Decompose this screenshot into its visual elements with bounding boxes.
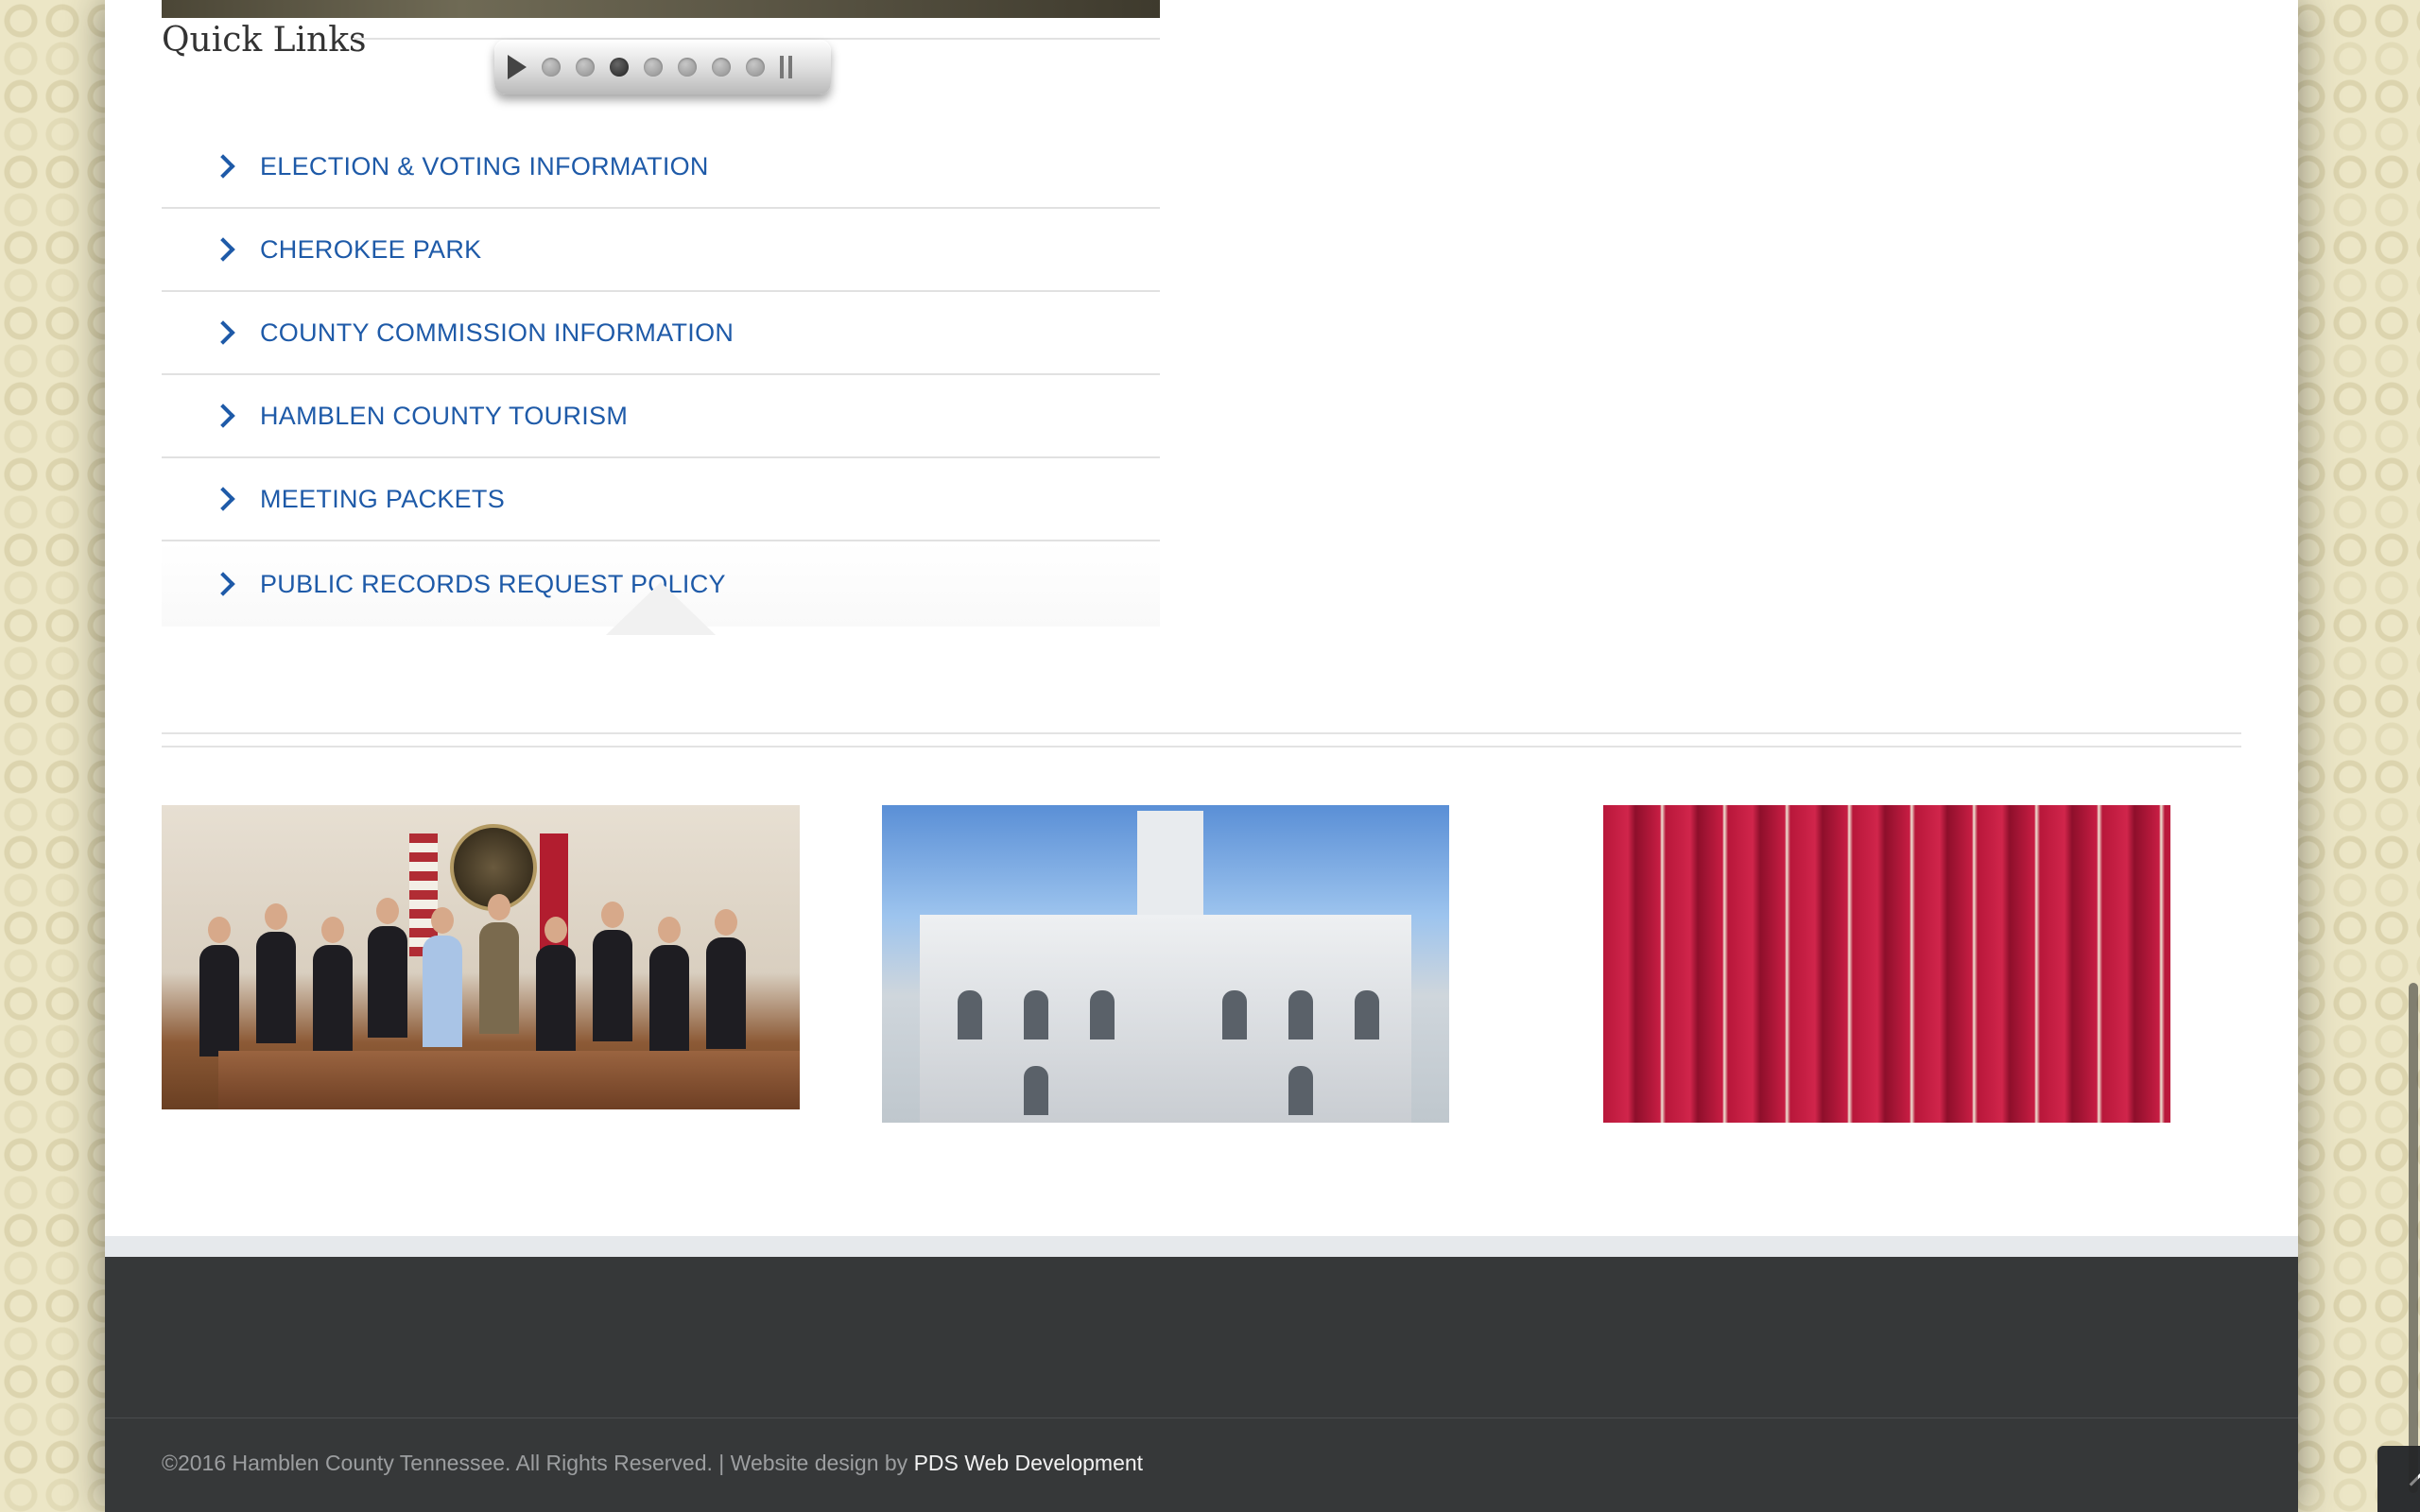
content-bottom-band <box>105 1236 2298 1257</box>
courthouse-photo[interactable] <box>882 805 1449 1123</box>
window-image <box>958 990 982 1040</box>
scrollbar-thumb[interactable] <box>2409 983 2418 1493</box>
window-image <box>1355 990 1379 1040</box>
person-figure <box>649 917 689 1057</box>
person-figure <box>593 902 632 1041</box>
slide-dot-1[interactable] <box>542 58 561 77</box>
person-figure <box>256 903 296 1043</box>
chevron-right-icon <box>211 404 235 428</box>
desk-image <box>218 1051 800 1109</box>
slide-dot-5[interactable] <box>678 58 697 77</box>
chevron-right-icon <box>211 237 235 262</box>
pds-web-development-link[interactable]: PDS Web Development <box>914 1451 1143 1475</box>
commission-group-photo[interactable] <box>162 805 800 1109</box>
section-divider <box>162 746 2241 747</box>
window-image <box>1024 990 1048 1040</box>
person-figure <box>368 898 407 1038</box>
person-figure <box>423 907 462 1047</box>
person-figure <box>479 894 519 1034</box>
person-figure <box>313 917 353 1057</box>
person-figure <box>199 917 239 1057</box>
copyright-paragraph: ©2016 Hamblen County Tennessee. All Righ… <box>162 1451 1143 1476</box>
quick-link-cherokee-park[interactable]: CHEROKEE PARK <box>162 209 1160 292</box>
quick-links-list: ELECTION & VOTING INFORMATION CHEROKEE P… <box>162 126 1160 627</box>
window-image <box>1222 990 1247 1040</box>
quick-link-label[interactable]: COUNTY COMMISSION INFORMATION <box>260 318 734 348</box>
quick-link-label[interactable]: ELECTION & VOTING INFORMATION <box>260 152 709 181</box>
quick-link-commission[interactable]: COUNTY COMMISSION INFORMATION <box>162 292 1160 375</box>
slide-dot-3[interactable] <box>610 58 629 77</box>
quick-link-meeting-packets[interactable]: MEETING PACKETS <box>162 458 1160 541</box>
slider-controls <box>494 40 831 94</box>
slide-dot-4[interactable] <box>644 58 663 77</box>
quick-link-tourism[interactable]: HAMBLEN COUNTY TOURISM <box>162 375 1160 458</box>
window-image <box>1024 1066 1048 1115</box>
slide-dot-6[interactable] <box>712 58 731 77</box>
chevron-right-icon <box>211 572 235 596</box>
caret-up-icon <box>606 582 716 635</box>
window-image <box>1090 990 1115 1040</box>
page-wrapper: Quick Links ELECTION & VOTING INFORMATIO… <box>105 0 2420 1512</box>
window-image <box>1288 990 1313 1040</box>
quick-link-label[interactable]: CHEROKEE PARK <box>260 235 481 265</box>
window-image <box>1288 1066 1313 1115</box>
person-figure <box>706 909 746 1049</box>
slide-dot-2[interactable] <box>576 58 595 77</box>
quick-link-label[interactable]: HAMBLEN COUNTY TOURISM <box>260 402 628 431</box>
quick-link-election[interactable]: ELECTION & VOTING INFORMATION <box>162 126 1160 209</box>
slide-dot-7[interactable] <box>746 58 765 77</box>
quick-link-label[interactable]: MEETING PACKETS <box>260 485 505 514</box>
section-divider <box>162 732 2241 734</box>
copyright-bar: ©2016 Hamblen County Tennessee. All Righ… <box>105 1418 2298 1512</box>
pause-icon[interactable] <box>780 56 792 78</box>
copyright-text: ©2016 Hamblen County Tennessee. All Righ… <box>162 1451 914 1475</box>
chevron-right-icon <box>211 320 235 345</box>
chevron-right-icon <box>211 154 235 179</box>
play-icon[interactable] <box>508 55 527 79</box>
person-figure <box>536 917 576 1057</box>
slider-image-edge <box>162 0 1160 18</box>
quick-links-title: Quick Links <box>162 21 367 60</box>
footer-widgets <box>105 1257 2298 1418</box>
scrollbar[interactable] <box>2407 0 2420 1512</box>
courthouse-building-image <box>920 811 1411 1123</box>
record-books-photo[interactable] <box>1603 805 2170 1123</box>
chevron-right-icon <box>211 487 235 511</box>
